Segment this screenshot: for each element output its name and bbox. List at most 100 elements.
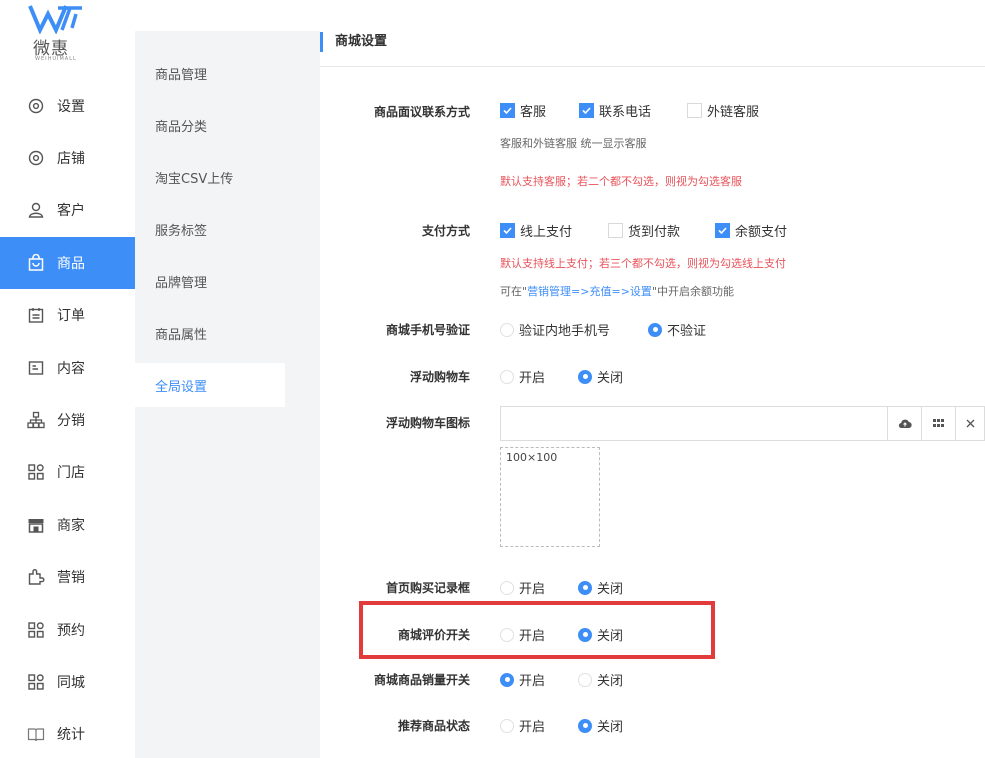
radio-unselected-icon[interactable]: [500, 322, 514, 337]
radio-selected-icon[interactable]: [578, 718, 592, 733]
radio-selected-icon[interactable]: [578, 580, 592, 595]
sales-switch-option-on[interactable]: 开启: [500, 670, 545, 689]
nav-item-distribution[interactable]: 分销: [0, 394, 135, 446]
payment-help-text: 可在"营销管理=>充值=>设置"中开启余额功能: [500, 283, 734, 299]
option-label: 开启: [519, 582, 546, 597]
nav-item-stats[interactable]: 统计: [0, 708, 135, 758]
phone-verify-option-mainland[interactable]: 验证内地手机号: [500, 320, 610, 339]
section-title: 商城设置: [320, 32, 387, 52]
primary-nav: 微惠 WEIHUIMALL 设置 店铺 客户 商品 订单 内容 分销 门店 商家…: [0, 0, 135, 758]
upload-button[interactable]: [887, 407, 921, 440]
nav-item-customers[interactable]: 客户: [0, 184, 135, 236]
checkbox-unchecked-icon[interactable]: [608, 223, 623, 238]
contact-option-customer-service[interactable]: 客服: [500, 101, 546, 120]
subnav-item-service-tags[interactable]: 服务标签: [135, 207, 285, 251]
checkbox-checked-icon[interactable]: [500, 223, 515, 238]
nav-item-store[interactable]: 店铺: [0, 132, 135, 184]
subnav-item-brand-management[interactable]: 品牌管理: [135, 259, 285, 303]
contact-method-label: 商品面议联系方式: [373, 105, 470, 119]
nav-item-label: 客户: [57, 203, 85, 219]
option-label: 开启: [519, 371, 546, 386]
radio-selected-icon[interactable]: [578, 369, 592, 384]
nav-item-settings[interactable]: 设置: [0, 80, 135, 132]
nav-item-stores[interactable]: 门店: [0, 446, 135, 498]
recommend-status-option-on[interactable]: 开启: [500, 716, 545, 735]
option-label: 关闭: [597, 582, 624, 597]
option-label: 关闭: [597, 720, 624, 735]
calendar-icon: [26, 305, 46, 325]
subnav-item-global-settings[interactable]: 全局设置: [135, 363, 285, 407]
contact-option-phone[interactable]: 联系电话: [579, 101, 651, 120]
payment-option-cod[interactable]: 货到付款: [608, 221, 680, 240]
subnav-item-product-attributes[interactable]: 商品属性: [135, 311, 285, 355]
float-cart-option-off[interactable]: 关闭: [578, 367, 623, 386]
option-label: 开启: [519, 720, 546, 735]
payment-help-prefix: 可在": [500, 285, 528, 298]
subnav-item-product-category[interactable]: 商品分类: [135, 103, 285, 147]
checkbox-checked-icon[interactable]: [579, 103, 594, 118]
section-divider: [320, 66, 985, 67]
gear-icon: [26, 96, 46, 116]
purchase-record-option-off[interactable]: 关闭: [578, 578, 623, 597]
radio-unselected-icon[interactable]: [500, 369, 514, 384]
radio-selected-icon[interactable]: [648, 322, 662, 337]
contact-warning-text: 默认支持客服；若二个都不勾选，则视为勾选客服: [500, 175, 742, 188]
checkbox-unchecked-icon[interactable]: [687, 103, 702, 118]
nav-item-label: 内容: [57, 361, 85, 377]
gallery-button[interactable]: [921, 407, 955, 440]
nav-item-merchants[interactable]: 商家: [0, 499, 135, 551]
app: 微惠 WEIHUIMALL 设置 店铺 客户 商品 订单 内容 分销 门店 商家…: [0, 0, 985, 758]
close-icon: [966, 419, 974, 428]
cloud-upload-icon: [898, 419, 912, 428]
nav-item-content[interactable]: 内容: [0, 342, 135, 394]
payment-option-balance[interactable]: 余额支付: [715, 221, 787, 240]
sales-switch-label: 商城商品销量开关: [373, 673, 470, 687]
document-icon: [26, 358, 46, 378]
float-cart-icon-input[interactable]: [500, 406, 985, 441]
subnav-item-taobao-csv[interactable]: 淘宝CSV上传: [135, 155, 285, 199]
content-gutter: [285, 0, 320, 758]
store-icon: [26, 515, 46, 535]
radio-unselected-icon[interactable]: [500, 718, 514, 733]
payment-warning-text: 默认支持线上支付；若三个都不勾选，则视为勾选线上支付: [500, 257, 786, 270]
nav-item-label: 预约: [57, 623, 85, 639]
radio-unselected-icon[interactable]: [500, 580, 514, 595]
subnav-item-product-management[interactable]: 商品管理: [135, 51, 285, 95]
radio-unselected-icon[interactable]: [578, 672, 592, 687]
recharge-settings-link[interactable]: 营销管理=>充值=>设置: [527, 285, 652, 298]
option-label: 不验证: [667, 324, 707, 339]
checkbox-checked-icon[interactable]: [500, 103, 515, 118]
payment-option-online[interactable]: 线上支付: [500, 221, 572, 240]
recommend-status-option-off[interactable]: 关闭: [578, 716, 623, 735]
float-cart-option-on[interactable]: 开启: [500, 367, 545, 386]
option-label: 开启: [519, 674, 546, 689]
phone-verify-option-none[interactable]: 不验证: [648, 320, 706, 339]
nav-item-label: 订单: [57, 308, 85, 324]
nav-item-label: 商品: [57, 256, 85, 272]
secondary-nav: 商品管理 商品分类 淘宝CSV上传 服务标签 品牌管理 商品属性 全局设置: [135, 0, 285, 758]
option-label: 货到付款: [628, 225, 681, 240]
user-icon: [26, 200, 46, 220]
nav-item-orders[interactable]: 订单: [0, 289, 135, 341]
option-label: 余额支付: [735, 225, 788, 240]
option-label: 联系电话: [599, 105, 652, 120]
float-cart-label: 浮动购物车: [409, 370, 470, 384]
nav-item-marketing[interactable]: 营销: [0, 551, 135, 603]
nav-item-booking[interactable]: 预约: [0, 604, 135, 656]
purchase-record-option-on[interactable]: 开启: [500, 578, 545, 597]
contact-option-external-service[interactable]: 外链客服: [687, 101, 759, 120]
nav-item-local[interactable]: 同城: [0, 656, 135, 708]
brand-logo[interactable]: 微惠 WEIHUIMALL: [0, 0, 135, 70]
clear-button[interactable]: [955, 407, 984, 440]
nav-item-products[interactable]: 商品: [0, 237, 135, 289]
puzzle-icon: [26, 567, 46, 587]
annotation-highlight-box: [359, 601, 715, 659]
nav-item-label: 店铺: [57, 151, 85, 167]
checkbox-checked-icon[interactable]: [715, 223, 730, 238]
shopping-bag-icon: [26, 253, 46, 273]
radio-selected-icon[interactable]: [500, 672, 514, 687]
preview-size-hint: 100×100: [506, 451, 558, 464]
option-label: 关闭: [597, 674, 624, 689]
sales-switch-option-off[interactable]: 关闭: [578, 670, 623, 689]
nav-item-label: 门店: [57, 465, 85, 481]
